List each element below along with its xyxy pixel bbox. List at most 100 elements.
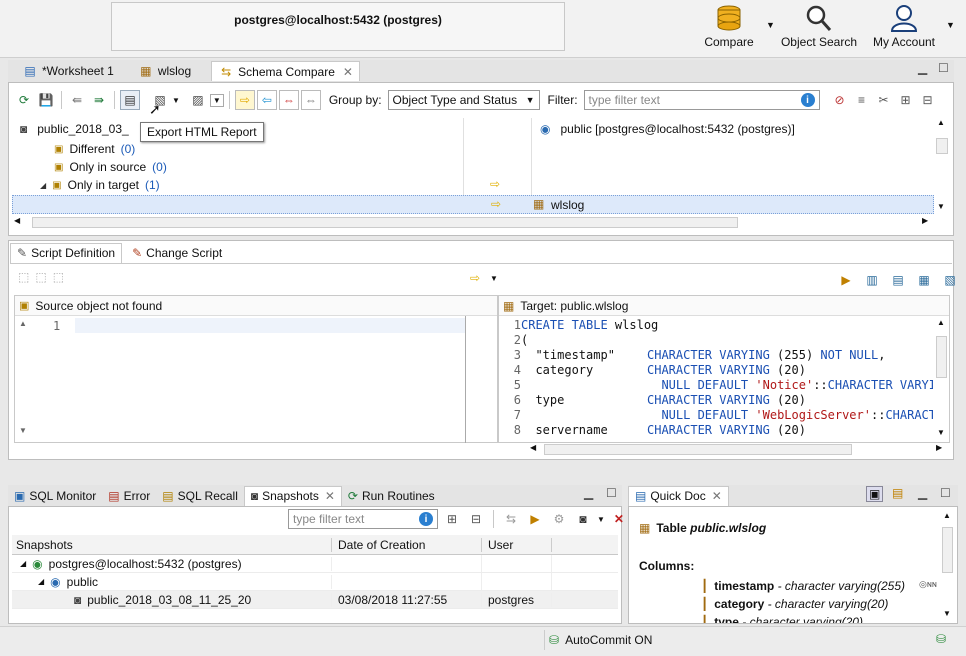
doc-db-icon[interactable]: ▤ [892, 486, 903, 500]
target-vertical-scrollbar[interactable]: ▲ ▼ [935, 318, 949, 440]
scroll-left-icon[interactable]: ◀ [530, 443, 536, 452]
export-html-report-icon[interactable]: ▤ [120, 90, 140, 110]
maximize-icon[interactable]: ☐ [606, 486, 617, 500]
refresh-compare-icon[interactable]: ⟳ [14, 90, 34, 110]
layout-icon[interactable]: ▥ [862, 270, 882, 290]
compare-dropdown-arrow[interactable]: ▼ [766, 20, 775, 30]
tree-horizontal-scrollbar[interactable]: ◀ ▶ [12, 216, 934, 230]
scroll-thumb[interactable] [942, 527, 953, 573]
layout-icon[interactable]: ▧ [940, 270, 960, 290]
compare-snapshot-icon[interactable]: ⇆ [501, 509, 521, 529]
tree-vertical-scrollbar[interactable]: ▲ ▼ [934, 118, 950, 214]
snapshots-filter-input[interactable]: type filter text i [288, 509, 438, 529]
close-icon[interactable]: ✕ [712, 489, 722, 503]
scroll-up-icon[interactable]: ▲ [943, 511, 951, 520]
direction-arrow-icon[interactable]: ⇨ [470, 271, 480, 285]
tab-quick-doc[interactable]: ▤ Quick Doc ✕ [628, 485, 729, 506]
tab-sql-recall[interactable]: ▤ SQL Recall [156, 486, 244, 506]
source-root-row[interactable]: ◙ public_2018_03_08_11_25_20 [20, 120, 129, 138]
minimize-icon[interactable]: ▁ [584, 486, 593, 500]
maximize-icon[interactable]: ☐ [938, 61, 949, 75]
expand-all-icon[interactable]: ⊞ [896, 90, 916, 110]
tab-snapshots[interactable]: ◙ Snapshots ✕ [243, 485, 342, 506]
my-account-button[interactable]: My Account [868, 4, 940, 52]
chevron-down-icon[interactable]: ▼ [172, 96, 180, 105]
tab-wlslog[interactable]: ▦ wlslog [132, 61, 197, 81]
tab-change-script[interactable]: ✎ Change Script [126, 243, 228, 263]
tools-icon[interactable]: ✂ [874, 90, 894, 110]
options-icon[interactable]: ▨ [188, 90, 208, 110]
chevron-down-icon[interactable]: ▼ [597, 515, 605, 524]
info-icon[interactable]: i [419, 512, 433, 526]
group-by-select[interactable]: Object Type and Status ▼ [387, 90, 540, 110]
expand-triangle-icon[interactable]: ◢ [38, 577, 44, 586]
expand-all-icon[interactable]: ⊞ [442, 509, 462, 529]
info-icon[interactable]: i [800, 93, 815, 107]
column-header[interactable]: User [482, 537, 552, 552]
apply-to-target-icon[interactable]: ⬚ [18, 270, 29, 284]
scroll-right-icon[interactable]: ▶ [922, 216, 928, 225]
scroll-up-icon[interactable]: ▲ [937, 118, 945, 127]
snapshot-settings-icon[interactable]: ⚙ [549, 509, 569, 529]
column-header[interactable]: Snapshots [12, 537, 332, 552]
tab-sql-monitor[interactable]: ▣ SQL Monitor [8, 486, 102, 506]
collapse-all-icon[interactable]: ⊟ [466, 509, 486, 529]
scroll-thumb[interactable] [544, 444, 852, 455]
tab-script-definition[interactable]: ✎ Script Definition [10, 242, 123, 263]
export-icon[interactable]: ⬚ [53, 270, 64, 284]
show-only-in-source-icon[interactable]: ⇦ [256, 90, 277, 110]
tab-error[interactable]: ▤ Error [102, 486, 156, 506]
tab-run-routines[interactable]: ⟳ Run Routines [342, 486, 441, 506]
scroll-up-icon[interactable]: ▲ [937, 318, 945, 327]
apply-snapshot-icon[interactable]: ▶ [525, 509, 545, 529]
selected-tree-row[interactable]: ⇨ ▦ wlslog [12, 195, 934, 214]
table-row[interactable]: ◢ ◉ public [12, 573, 618, 591]
table-row[interactable]: ◙ public_2018_03_08_11_25_20 03/08/2018 … [12, 591, 618, 609]
layout-icon[interactable]: ▤ [888, 270, 908, 290]
autocommit-status[interactable]: ⛁ AutoCommit ON [544, 630, 652, 650]
tree-group-only-in-target[interactable]: ◢ ▣ Only in target (1) [40, 176, 160, 194]
show-identical-icon[interactable]: ⇔ [300, 90, 321, 110]
delete-icon[interactable]: ✕ [609, 509, 629, 529]
filter-objects-icon[interactable]: ⊘ [830, 90, 850, 110]
doc-mode-icon[interactable]: ▣ [866, 486, 884, 502]
save-icon[interactable]: 💾 [36, 90, 56, 110]
show-different-icon[interactable]: ⇔ [278, 90, 299, 110]
compare-button[interactable]: Compare [700, 4, 758, 52]
scroll-down-icon[interactable]: ▼ [943, 609, 951, 618]
scroll-up-icon[interactable]: ▲ [19, 319, 27, 328]
chevron-down-icon[interactable]: ▼ [490, 274, 498, 283]
scroll-down-icon[interactable]: ▼ [937, 202, 945, 211]
close-icon[interactable]: ✕ [325, 489, 335, 503]
target-root-row[interactable]: ◉ public [postgres@localhost:5432 (postg… [540, 120, 795, 138]
tab-schema-compare[interactable]: ⇆ Schema Compare ✕ [211, 61, 360, 81]
next-difference-icon[interactable]: ▶ [836, 270, 856, 290]
close-icon[interactable]: ✕ [343, 65, 353, 79]
my-account-dropdown-arrow[interactable]: ▼ [946, 20, 955, 30]
scroll-thumb[interactable] [936, 336, 947, 378]
column-header[interactable]: Date of Creation [332, 537, 482, 552]
object-search-button[interactable]: Object Search [780, 4, 858, 52]
target-horizontal-scrollbar[interactable]: ◀ ▶ [528, 443, 950, 457]
scroll-down-icon[interactable]: ▼ [19, 426, 27, 435]
scroll-down-icon[interactable]: ▼ [937, 428, 945, 437]
sync-left-icon[interactable]: ⇚ [67, 90, 87, 110]
scroll-right-icon[interactable]: ▶ [936, 443, 942, 452]
minimize-icon[interactable]: ▁ [918, 61, 927, 75]
expand-triangle-icon[interactable]: ◢ [20, 559, 26, 568]
hide-icon[interactable]: ≡ [852, 90, 872, 110]
filter-input[interactable]: type filter text i [583, 90, 820, 110]
sync-right-icon[interactable]: ⇛ [89, 90, 109, 110]
table-row[interactable]: ◢ ◉ postgres@localhost:5432 (postgres) [12, 555, 618, 573]
expand-triangle-icon[interactable]: ◢ [40, 181, 46, 190]
maximize-icon[interactable]: ☐ [940, 486, 951, 500]
copy-icon[interactable]: ⬚ [35, 270, 46, 284]
scroll-thumb[interactable] [936, 138, 948, 154]
collapse-all-icon[interactable]: ⊟ [918, 90, 938, 110]
scroll-left-icon[interactable]: ◀ [14, 216, 20, 225]
tree-group-only-in-source[interactable]: ▣ Only in source (0) [54, 158, 167, 176]
tab-worksheet-1[interactable]: ▤ *Worksheet 1 [16, 61, 120, 81]
minimize-icon[interactable]: ▁ [918, 486, 927, 500]
scroll-thumb[interactable] [32, 217, 738, 228]
quick-doc-scrollbar[interactable]: ▲ ▼ [941, 511, 955, 621]
